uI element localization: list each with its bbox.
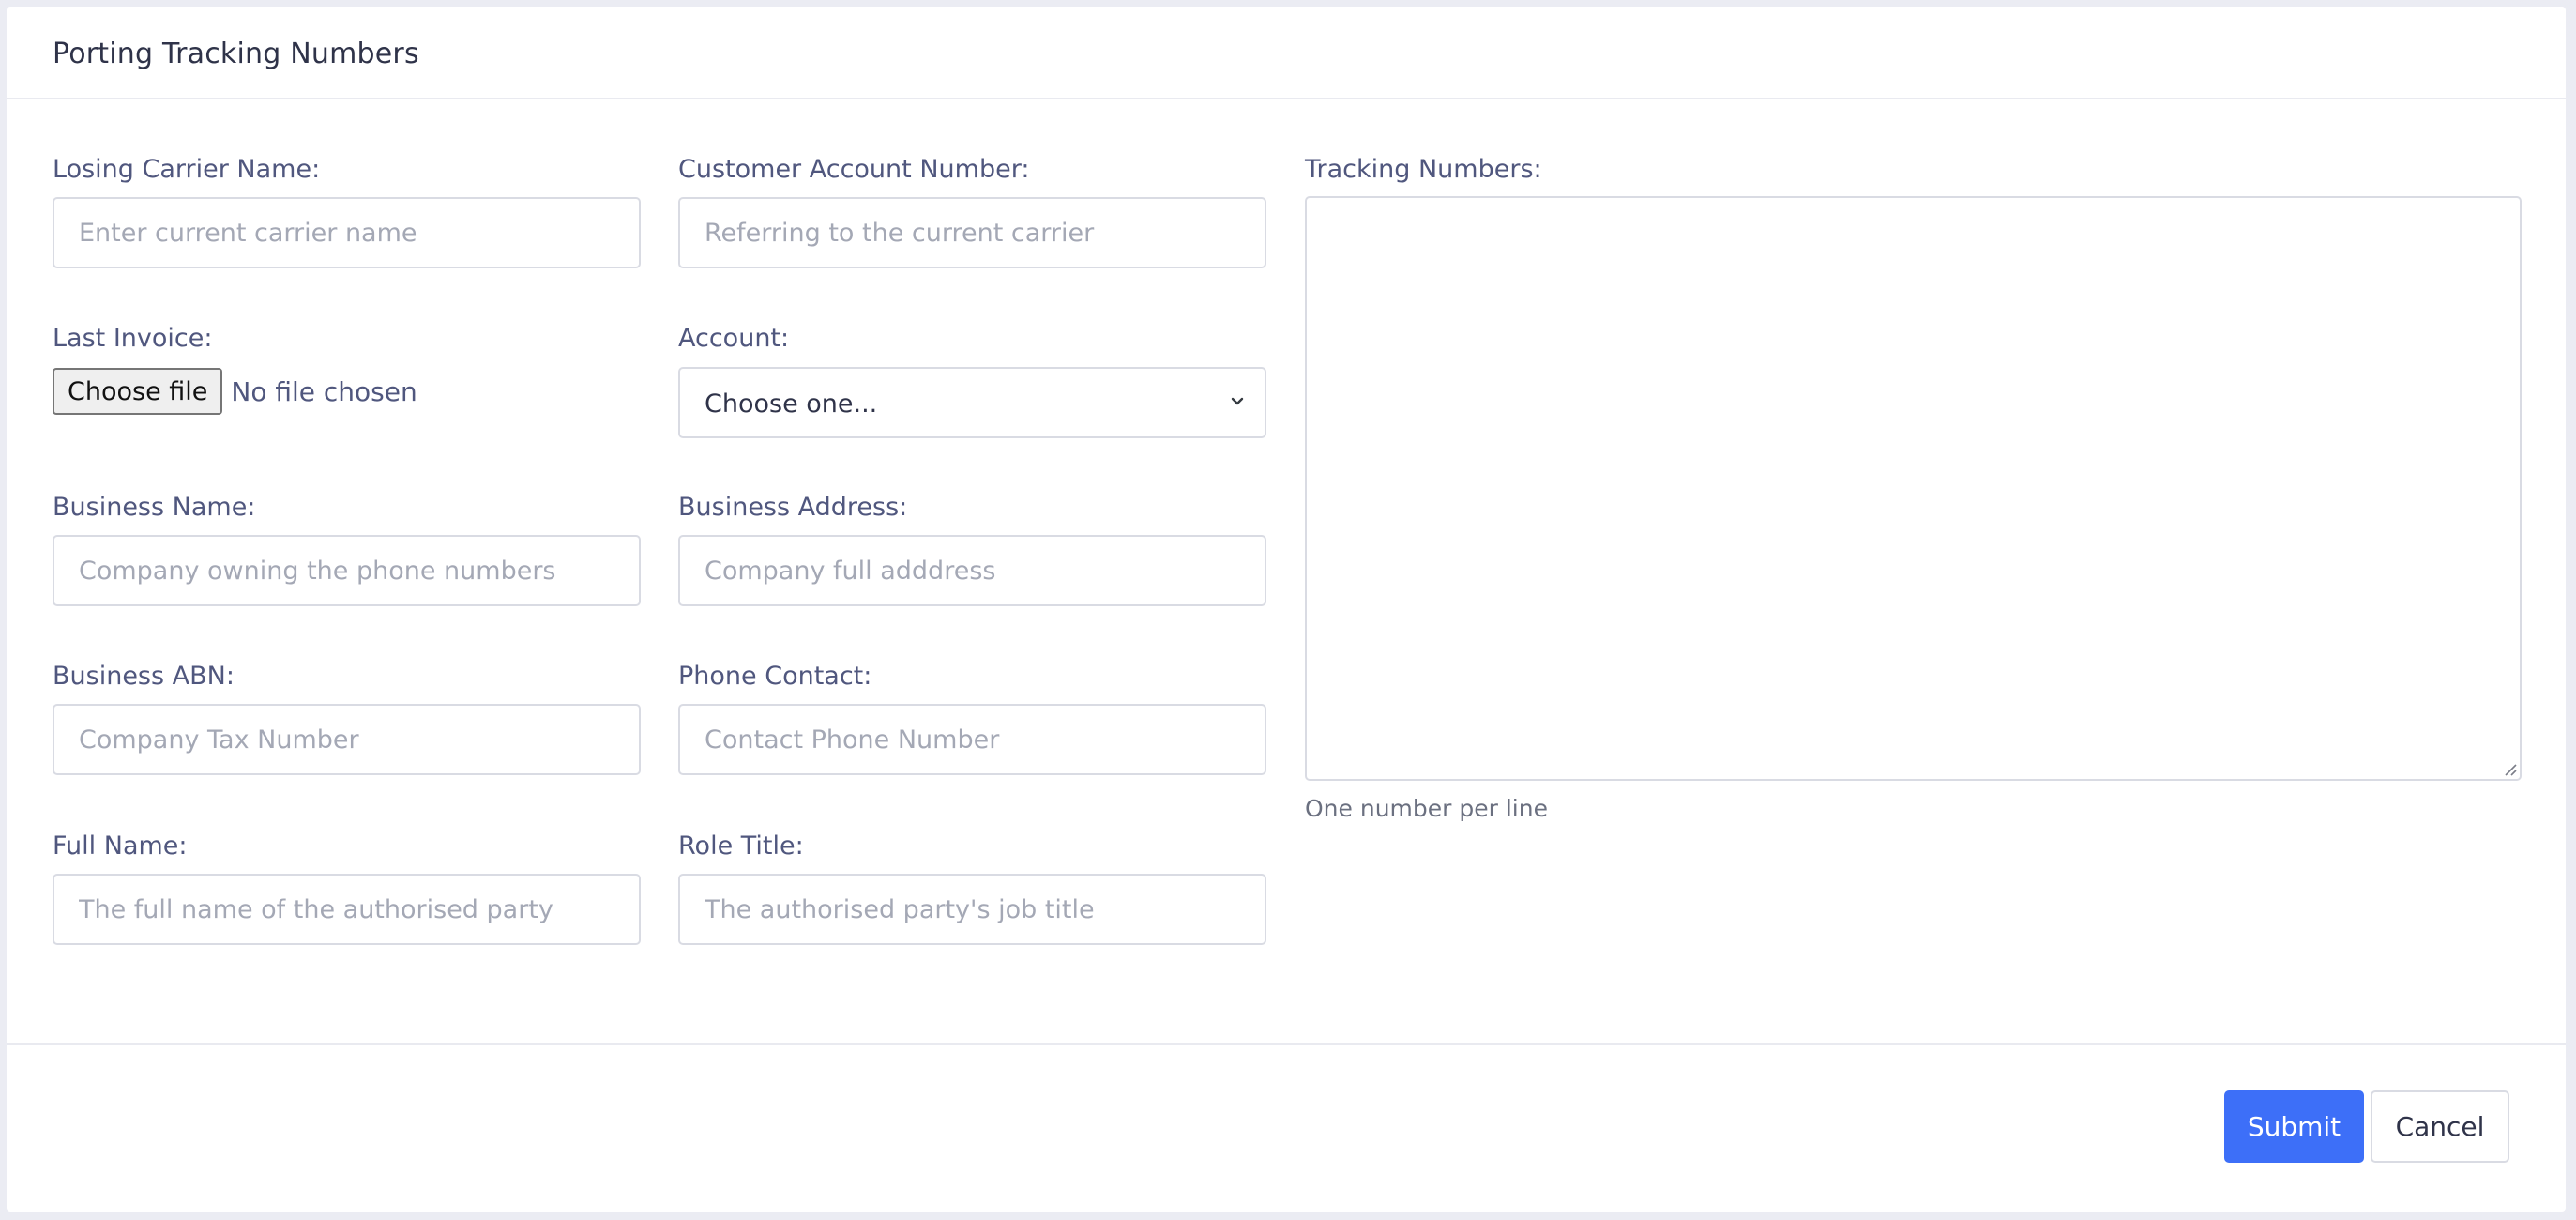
role-title-input[interactable] xyxy=(678,874,1266,945)
tracking-numbers-textarea[interactable] xyxy=(1305,196,2522,781)
business-address-input[interactable] xyxy=(678,535,1266,606)
footer-divider xyxy=(7,1043,2566,1045)
full-name-input[interactable] xyxy=(53,874,641,945)
cancel-button[interactable]: Cancel xyxy=(2371,1090,2509,1163)
last-invoice-label: Last Invoice: xyxy=(53,324,213,353)
page-title: Porting Tracking Numbers xyxy=(53,38,419,70)
account-select-value: Choose one... xyxy=(705,389,878,419)
porting-form-card: Porting Tracking Numbers Losing Carrier … xyxy=(7,7,2566,1212)
business-address-label: Business Address: xyxy=(678,493,908,522)
phone-contact-input[interactable] xyxy=(678,704,1266,775)
business-name-input[interactable] xyxy=(53,535,641,606)
submit-button[interactable]: Submit xyxy=(2224,1090,2364,1163)
customer-account-label: Customer Account Number: xyxy=(678,155,1030,184)
account-label: Account: xyxy=(678,324,790,353)
losing-carrier-input[interactable] xyxy=(53,197,641,268)
choose-file-button[interactable]: Choose file xyxy=(53,368,223,415)
tracking-numbers-label: Tracking Numbers: xyxy=(1305,155,1542,184)
chevron-down-icon xyxy=(1231,397,1244,405)
business-abn-input[interactable] xyxy=(53,704,641,775)
phone-contact-label: Phone Contact: xyxy=(678,662,872,691)
full-name-label: Full Name: xyxy=(53,831,188,861)
last-invoice-file-input: Choose file No file chosen xyxy=(53,367,417,416)
tracking-numbers-help: One number per line xyxy=(1305,795,1548,822)
account-select[interactable]: Choose one... xyxy=(678,367,1266,438)
customer-account-input[interactable] xyxy=(678,197,1266,268)
role-title-label: Role Title: xyxy=(678,831,804,861)
file-status-text: No file chosen xyxy=(231,375,417,407)
business-name-label: Business Name: xyxy=(53,493,256,522)
resize-handle-icon[interactable] xyxy=(2502,761,2517,776)
card-header: Porting Tracking Numbers xyxy=(7,7,2566,99)
business-abn-label: Business ABN: xyxy=(53,662,235,691)
losing-carrier-label: Losing Carrier Name: xyxy=(53,155,321,184)
